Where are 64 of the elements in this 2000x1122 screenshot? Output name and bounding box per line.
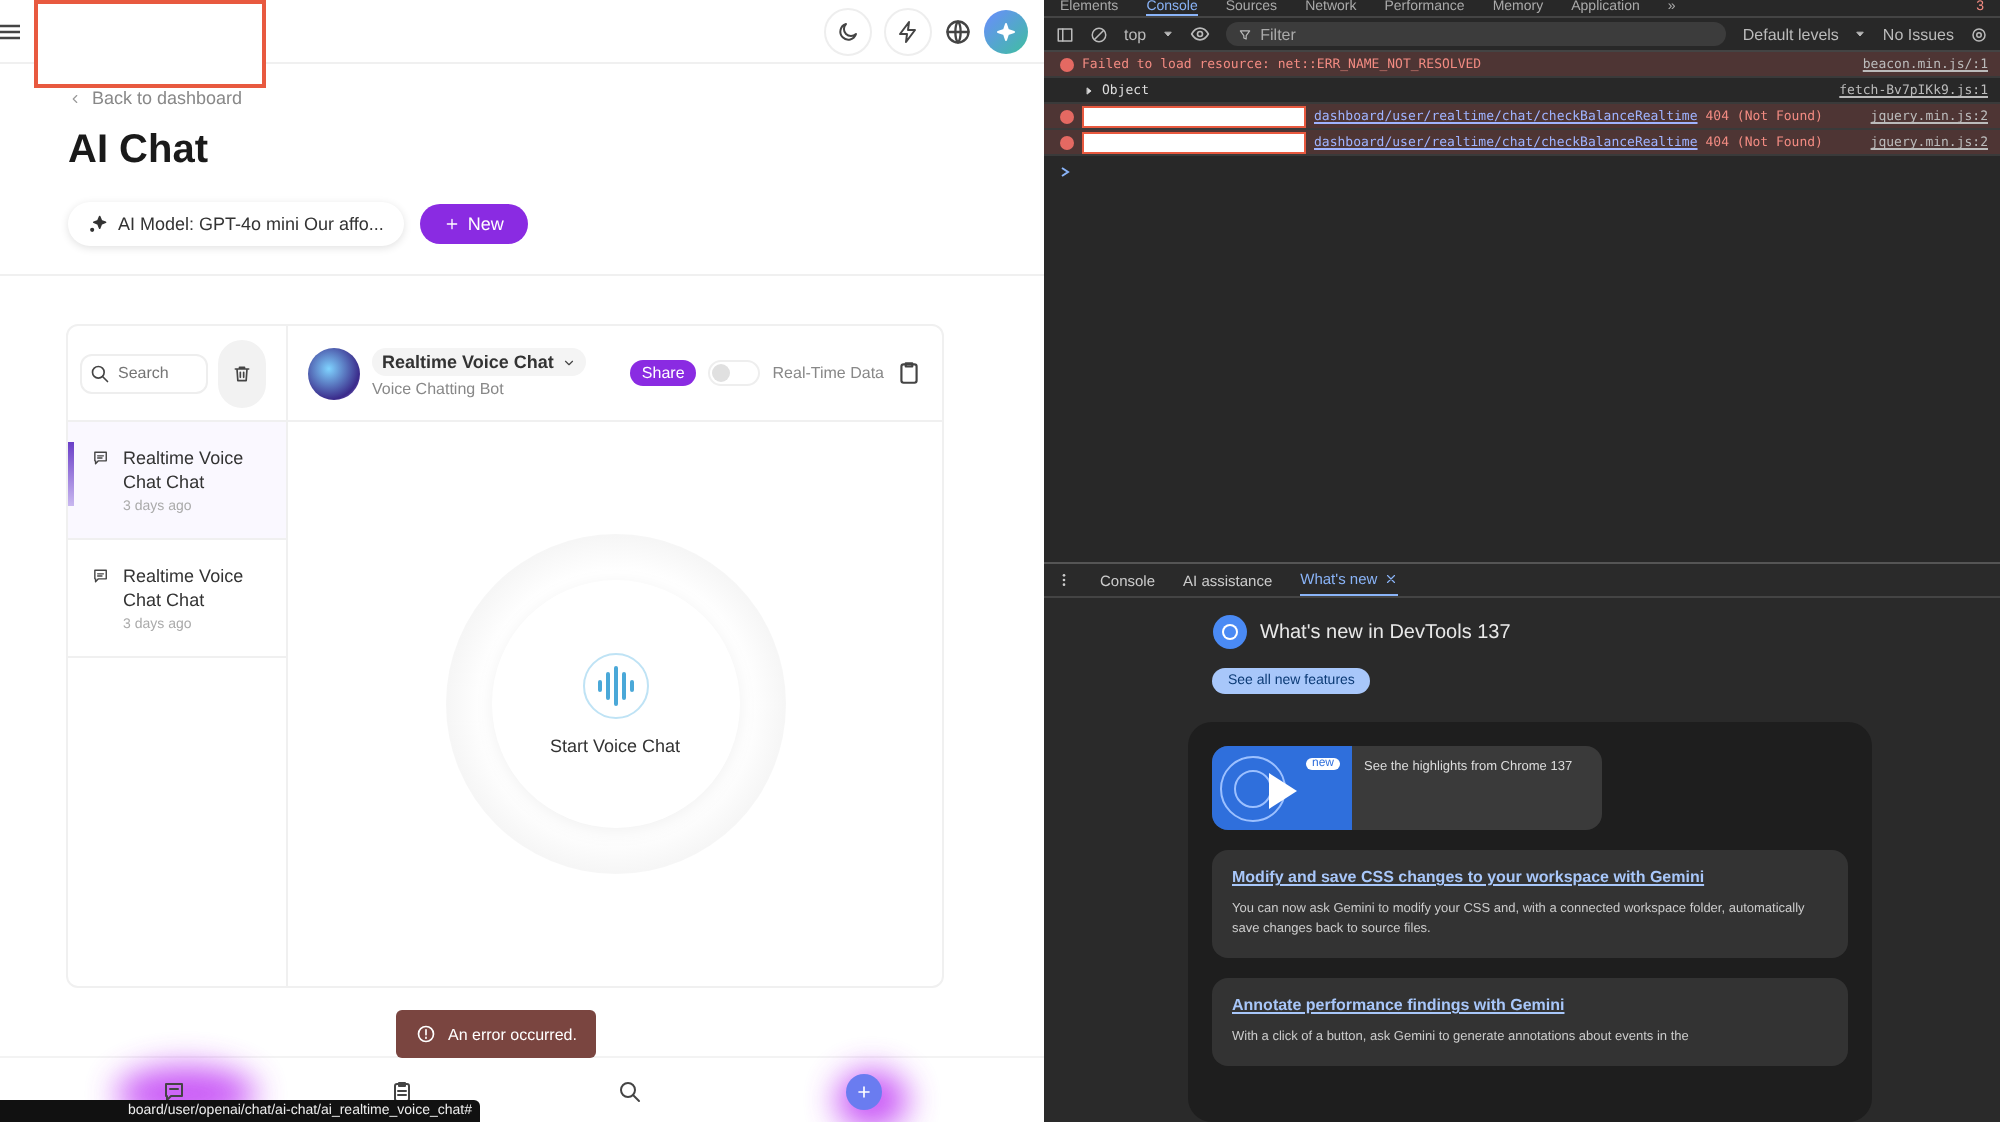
lightning-button[interactable] — [884, 7, 932, 55]
chat-nav-icon[interactable] — [162, 1079, 186, 1103]
page-title: AI Chat — [68, 128, 210, 174]
settings-icon — [1970, 25, 1988, 43]
chrome-logo-icon — [1212, 614, 1248, 650]
chat-bubble-icon — [162, 1079, 186, 1103]
caret-icon — [1854, 28, 1867, 40]
toast-message: An error occurred. — [448, 1025, 577, 1043]
error-icon — [1060, 57, 1074, 71]
feature-link[interactable]: Annotate performance findings with Gemini — [1232, 996, 1828, 1014]
bot-avatar — [308, 347, 360, 399]
issues-label[interactable]: No Issues — [1882, 25, 1954, 43]
chat-bubble-icon — [92, 446, 110, 470]
conversation-title: Realtime Voice Chat Chat — [123, 564, 246, 612]
prompt-icon — [1060, 166, 1072, 178]
realtime-toggle[interactable] — [708, 360, 761, 386]
play-graphic-drawing — [1220, 756, 1298, 824]
filter-icon — [1238, 27, 1253, 41]
lightning-icon — [896, 19, 920, 43]
chevron-left-icon — [68, 91, 82, 105]
back-link-text[interactable]: Back to dashboard — [92, 88, 243, 108]
plus-icon — [854, 1081, 874, 1101]
bot-selector[interactable]: Realtime Voice Chat — [372, 348, 586, 376]
filter-input[interactable]: Filter — [1260, 25, 1461, 43]
expand-triangle-icon — [1084, 85, 1094, 95]
caret-icon — [1162, 28, 1175, 40]
feature-link[interactable]: Modify and save CSS changes to your workspace with Gemini — [1232, 868, 1828, 886]
clipboard-nav-icon[interactable] — [390, 1079, 414, 1103]
search-icon — [618, 1079, 642, 1103]
user-avatar[interactable] — [984, 9, 1028, 53]
delete-button[interactable] — [218, 339, 266, 407]
chevron-down-icon — [561, 355, 576, 369]
search-field[interactable]: Search — [80, 353, 208, 393]
plus-icon — [443, 216, 460, 232]
filter-field[interactable]: Filter — [1226, 22, 1727, 46]
sparkle-icon — [88, 214, 108, 234]
eye-icon — [1190, 24, 1211, 44]
trash-icon — [232, 363, 252, 383]
sidebar-icon — [1056, 25, 1074, 43]
log-levels-dropdown[interactable]: Default levels — [1742, 25, 1839, 43]
context-selector[interactable]: top — [1124, 25, 1147, 43]
clipboard-icon — [390, 1079, 414, 1103]
bot-subtitle: Voice Chatting Bot — [372, 380, 506, 398]
alert-icon — [416, 1024, 436, 1044]
dark-mode-button[interactable] — [824, 7, 872, 55]
search-nav-icon[interactable] — [618, 1079, 642, 1103]
toggle-label: Real-Time Data — [772, 364, 884, 382]
search-icon — [90, 363, 110, 383]
moon-icon — [836, 19, 860, 43]
share-button[interactable]: Share — [629, 360, 697, 386]
start-voice-chat-button[interactable]: Start Voice Chat — [491, 580, 739, 828]
sound-wave-icon — [581, 652, 649, 720]
clipboard-icon — [896, 360, 922, 386]
sparkle-icon — [994, 19, 1018, 43]
globe-icon — [944, 17, 972, 45]
whats-new-title: What's new in DevTools 137 — [1260, 621, 1511, 643]
back-link[interactable]: Back to dashboard — [68, 88, 1044, 108]
menu-icon[interactable] — [0, 21, 20, 41]
close-icon — [1383, 572, 1398, 586]
clear-icon — [1090, 25, 1108, 43]
conversation-title: Realtime Voice Chat Chat — [123, 446, 246, 494]
new-button[interactable]: New — [419, 204, 528, 244]
model-selector[interactable]: AI Model: GPT-4o mini Our affo... — [68, 202, 404, 246]
chat-bubble-icon — [92, 564, 110, 588]
